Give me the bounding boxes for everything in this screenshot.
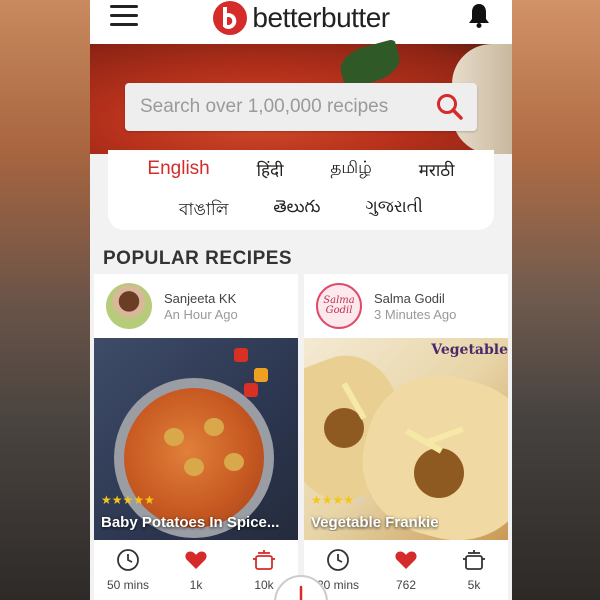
post-time: An Hour Ago <box>164 306 238 322</box>
potato-shape <box>184 458 204 476</box>
language-tamil[interactable]: தமிழ் <box>330 158 372 181</box>
heart-icon[interactable] <box>184 548 208 572</box>
likes-count: 762 <box>395 578 417 592</box>
language-gujarati[interactable]: ગુજરાતી <box>365 197 423 225</box>
language-english[interactable]: English <box>147 158 209 181</box>
potato-shape <box>204 418 224 436</box>
cooked-count: 5k <box>467 578 481 592</box>
image-watermark: Vegetable <box>431 342 508 358</box>
duration-value: 50 mins <box>106 578 150 592</box>
bell-icon[interactable] <box>468 2 490 28</box>
logo-text: betterbutter <box>252 2 390 33</box>
cooking-pot-icon[interactable] <box>252 548 276 572</box>
language-telugu[interactable]: తెలుగు <box>273 197 320 225</box>
post-time: 3 Minutes Ago <box>374 306 457 322</box>
recipe-title[interactable]: Baby Potatoes In Spice... <box>101 514 279 531</box>
recipe-card[interactable]: Sanjeeta KK An Hour Ago ★★★★★ Baby Potat… <box>94 274 298 600</box>
rating-stars: ★★★★★ <box>311 493 365 507</box>
likes-stat[interactable]: 1k <box>166 548 226 592</box>
language-marathi[interactable]: मराठी <box>419 158 455 181</box>
hero-garnish <box>336 38 404 90</box>
author-name[interactable]: Salma Godil <box>374 291 456 306</box>
recipe-author-header[interactable]: Salma Godil Salma Godil 3 Minutes Ago <box>304 274 508 338</box>
search-bar[interactable]: Search over 1,00,000 recipes <box>125 83 477 131</box>
recipe-stats: 50 mins 1k 10k <box>94 540 298 600</box>
clock-icon <box>117 549 139 571</box>
recipe-card[interactable]: Salma Godil Salma Godil 3 Minutes Ago Ve… <box>304 274 508 600</box>
filling-shape <box>414 448 464 498</box>
potato-shape <box>224 453 244 471</box>
likes-stat[interactable]: 762 <box>376 548 436 592</box>
heart-icon[interactable] <box>394 548 418 572</box>
search-icon[interactable] <box>435 92 465 122</box>
cooking-pot-icon[interactable] <box>462 548 486 572</box>
language-hindi[interactable]: हिंदी <box>257 158 284 181</box>
recipe-image[interactable]: Vegetable ★★★★★ Vegetable Frankie <box>304 338 508 540</box>
duration-stat: 50 mins <box>98 548 158 592</box>
hamburger-menu-icon[interactable] <box>110 5 138 27</box>
chili-shape <box>244 383 258 397</box>
avatar-text: Salma Godil <box>323 295 355 316</box>
avatar[interactable] <box>106 283 152 329</box>
clock-icon <box>327 549 349 571</box>
recipe-image[interactable]: ★★★★★ Baby Potatoes In Spice... <box>94 338 298 540</box>
potato-shape <box>164 428 184 446</box>
top-bar: betterbutter <box>90 0 512 44</box>
recipe-author-header[interactable]: Sanjeeta KK An Hour Ago <box>94 274 298 338</box>
section-title: POPULAR RECIPES <box>103 248 293 269</box>
arrow-down-icon <box>299 585 303 600</box>
cooked-stat[interactable]: 5k <box>444 548 504 592</box>
language-bengali[interactable]: বাঙালি <box>179 197 228 225</box>
recipe-stats: 20 mins 762 5k <box>304 540 508 600</box>
likes-count: 1k <box>189 578 203 592</box>
app-logo[interactable]: betterbutter <box>212 0 390 36</box>
background-blur-left <box>0 0 90 600</box>
recipe-list: Sanjeeta KK An Hour Ago ★★★★★ Baby Potat… <box>90 270 512 600</box>
chili-shape <box>234 348 248 362</box>
language-selector: English हिंदी தமிழ் मराठी বাঙালি తెలుగు … <box>108 150 494 230</box>
search-input[interactable]: Search over 1,00,000 recipes <box>140 96 435 118</box>
cooked-count: 10k <box>254 578 274 592</box>
avatar[interactable]: Salma Godil <box>316 283 362 329</box>
background-blur-right <box>510 0 600 600</box>
chili-shape <box>254 368 268 382</box>
hero-banner: Search over 1,00,000 recipes <box>90 38 512 154</box>
recipe-title[interactable]: Vegetable Frankie <box>311 514 439 531</box>
logo-mark-icon <box>213 1 248 35</box>
rating-stars: ★★★★★ <box>101 493 155 507</box>
author-name[interactable]: Sanjeeta KK <box>164 291 238 306</box>
app-screen: betterbutter Search over 1,00,000 recipe… <box>90 0 512 600</box>
